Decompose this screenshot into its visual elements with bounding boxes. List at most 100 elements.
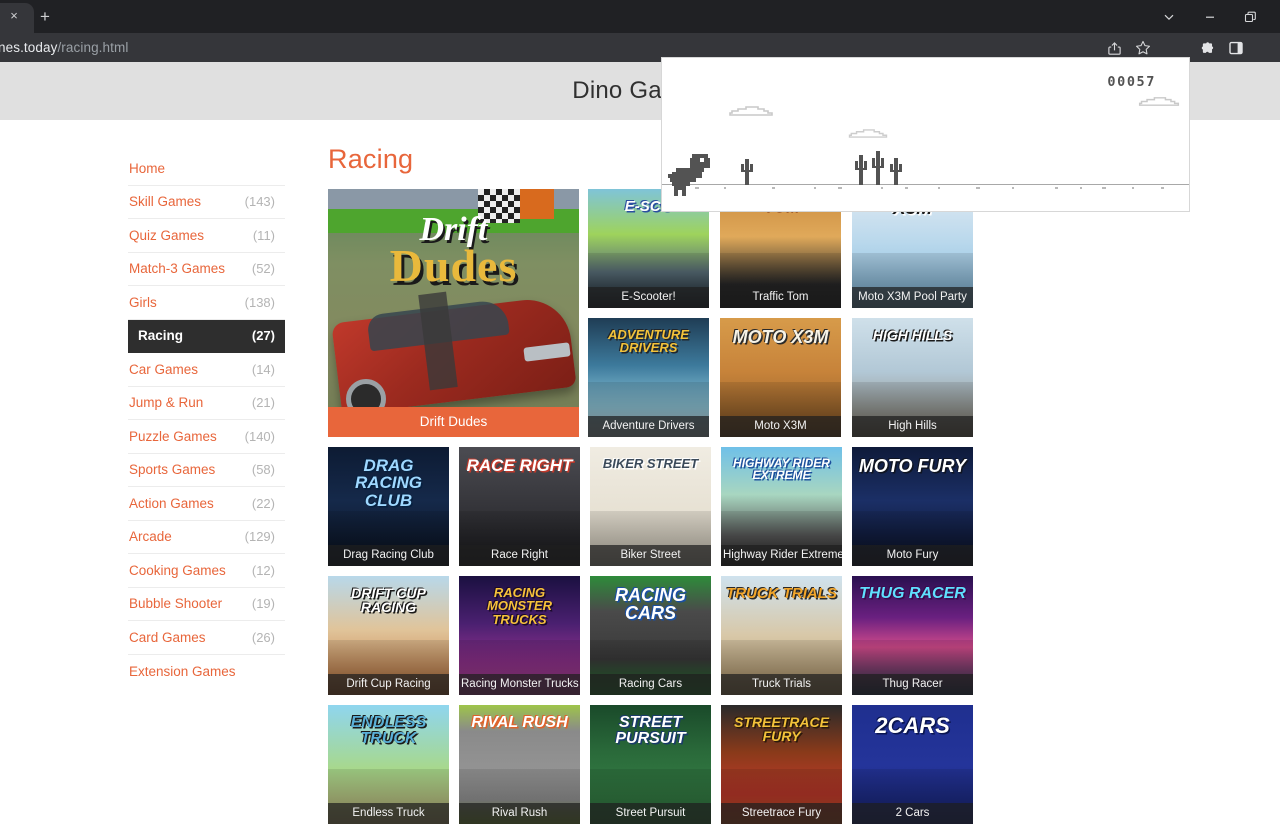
sidebar-item-count: (143) <box>244 194 275 210</box>
featured-game-tile[interactable]: Drift Dudes Drift Dudes <box>328 189 579 437</box>
sidebar-item-label: Skill Games <box>129 194 202 210</box>
sidebar-item-label: Bubble Shooter <box>129 596 223 612</box>
sidebar-item-count: (26) <box>251 629 275 645</box>
sidebar-item-label: Cooking Games <box>129 562 226 578</box>
sidebar-item-racing[interactable]: Racing (27) <box>128 319 285 353</box>
minimize-icon[interactable] <box>1198 5 1222 29</box>
sidebar-item-count: (14) <box>251 361 275 377</box>
game-tile[interactable]: MoTo Fury Moto Fury <box>852 447 973 566</box>
sidebar-item-home[interactable]: Home <box>128 152 285 186</box>
featured-art-line2: Dudes <box>389 240 518 291</box>
cactus-icon <box>855 155 867 185</box>
game-title: High Hills <box>852 416 973 437</box>
sidebar-item-action-games[interactable]: Action Games (22) <box>128 487 285 521</box>
sidebar-item-quiz-games[interactable]: Quiz Games (11) <box>128 219 285 253</box>
game-art-text: RACING MONSTER TRUCKS <box>487 585 552 627</box>
sidebar-item-card-games[interactable]: Card Games (26) <box>128 621 285 655</box>
game-tile[interactable]: DRIFT CUP RACING Drift Cup Racing <box>328 576 449 695</box>
cactus-icon <box>872 151 884 185</box>
game-tile[interactable]: RACE RIGHT Race Right <box>459 447 580 566</box>
url-host: nes.today <box>0 40 58 55</box>
game-art-text: STREETRACE FURY <box>734 714 829 745</box>
game-tile[interactable]: BIKER STREET Biker Street <box>590 447 711 566</box>
game-title: E-Scooter! <box>588 287 709 308</box>
chevron-down-icon[interactable] <box>1157 5 1181 29</box>
restore-icon[interactable] <box>1238 5 1262 29</box>
sidebar-item-match-3-games[interactable]: Match-3 Games (52) <box>128 253 285 286</box>
game-tile[interactable]: Thug RACER Thug Racer <box>852 576 973 695</box>
game-tile[interactable]: RACING CARS Racing Cars <box>590 576 711 695</box>
cactus-icon <box>741 159 753 185</box>
game-title: Moto Fury <box>852 545 973 566</box>
game-tile[interactable]: RIVAL RUSH Rival Rush <box>459 705 580 824</box>
sidebar-item-car-games[interactable]: Car Games (14) <box>128 353 285 387</box>
game-title: Racing Cars <box>590 674 711 695</box>
dino-game-overlay[interactable]: 00057 <box>661 57 1190 212</box>
top-right-grid: E-ScoE-Scooter!TOMTraffic TomX3MMoto X3M… <box>588 189 973 437</box>
main-column: Racing Drift Dudes Drift Dudes E-SCO E-S… <box>328 144 973 824</box>
game-tile[interactable]: STREET PURSUIT Street Pursuit <box>590 705 711 824</box>
game-title: Highway Rider Extreme <box>721 545 842 566</box>
sidebar-item-extension-games[interactable]: Extension Games <box>128 655 285 689</box>
game-art-text: HIGH HILLS <box>872 327 953 343</box>
game-tile[interactable]: ADVENTURE DRIVERS Adventure Drivers <box>588 318 709 437</box>
game-art-text: STREET PURSUIT <box>615 714 686 748</box>
sidebar-item-label: Extension Games <box>129 663 236 679</box>
sidebar-item-puzzle-games[interactable]: Puzzle Games (140) <box>128 420 285 454</box>
sidebar-item-count: (52) <box>251 261 275 277</box>
cactus-icon <box>890 158 902 185</box>
dino-score: 00057 <box>1107 74 1156 90</box>
new-tab-icon[interactable]: + <box>33 6 57 30</box>
game-title: Rival Rush <box>459 803 580 824</box>
cloud-icon <box>848 129 888 138</box>
game-art-text: DRIFT CUP RACING <box>351 585 426 616</box>
sidebar-item-label: Puzzle Games <box>129 428 217 444</box>
game-tile[interactable]: Endless TRUCK Endless Truck <box>328 705 449 824</box>
sidebar-item-bubble-shooter[interactable]: Bubble Shooter (19) <box>128 588 285 621</box>
sidebar-item-count: (11) <box>252 227 275 243</box>
game-art-text: Endless TRUCK <box>350 714 427 748</box>
sidebar-item-sports-games[interactable]: Sports Games (58) <box>128 454 285 487</box>
sidebar-item-label: Arcade <box>129 529 172 545</box>
sidebar-item-label: Jump & Run <box>129 395 204 411</box>
game-title: Truck Trials <box>721 674 842 695</box>
close-icon[interactable]: × <box>4 6 24 26</box>
game-title: Thug Racer <box>852 674 973 695</box>
game-tile[interactable]: MOTO X3M Moto X3M <box>720 318 841 437</box>
game-row-2: Drag RACING CLUB Drag Racing Club RACE RIG… <box>328 447 973 566</box>
game-art-text: MOTO X3M <box>732 327 829 347</box>
sidebar-item-count: (27) <box>251 328 275 344</box>
sidebar-item-count: (129) <box>244 529 275 545</box>
game-tile[interactable]: TRUCK TRIALS Truck Trials <box>721 576 842 695</box>
puzzle-icon[interactable] <box>1195 36 1219 60</box>
game-art-text: RIVAL RUSH <box>471 714 568 731</box>
game-title: Biker Street <box>590 545 711 566</box>
game-tile[interactable]: 2CARS 2 Cars <box>852 705 973 824</box>
game-tile[interactable]: HIGHWAY RIDER EXTREME Highway Rider Extre… <box>721 447 842 566</box>
featured-block: Drift Dudes Drift Dudes E-Sco E-Scooter! T… <box>328 189 973 437</box>
game-title: Adventure Drivers <box>588 416 709 437</box>
sidebar-item-jump-run[interactable]: Jump & Run (21) <box>128 387 285 420</box>
game-title: Traffic Tom <box>720 287 841 308</box>
url-path: /racing.html <box>57 40 129 55</box>
game-art-text: Drag RACING CLUB <box>354 456 423 510</box>
sidebar-item-count: (140) <box>244 428 275 444</box>
game-title: Street Pursuit <box>590 803 711 824</box>
side-panel-icon[interactable] <box>1224 36 1248 60</box>
sidebar-item-skill-games[interactable]: Skill Games (143) <box>128 186 285 219</box>
game-title: Endless Truck <box>328 803 449 824</box>
game-tile[interactable]: Drag RACING CLUB Drag Racing Club <box>328 447 449 566</box>
sidebar-item-label: Match-3 Games <box>129 261 226 277</box>
sidebar-item-girls[interactable]: Girls (138) <box>128 286 285 320</box>
address-bar[interactable]: nes.today/racing.html <box>0 33 128 62</box>
sidebar-item-arcade[interactable]: Arcade (129) <box>128 521 285 554</box>
game-tile[interactable]: HIGH HILLS High Hills <box>852 318 973 437</box>
game-title: 2 Cars <box>852 803 973 824</box>
game-tile[interactable]: RACING MONSTER TRUCKS Racing Monster Truc… <box>459 576 580 695</box>
sidebar-item-cooking-games[interactable]: Cooking Games (12) <box>128 554 285 588</box>
game-title: Moto X3M <box>720 416 841 437</box>
game-art-text: ADVENTURE DRIVERS <box>608 327 689 356</box>
game-tile[interactable]: STREETRACE FURY Streetrace Fury <box>721 705 842 824</box>
game-title: Racing Monster Trucks <box>459 674 580 695</box>
sidebar-item-count: (58) <box>251 462 275 478</box>
